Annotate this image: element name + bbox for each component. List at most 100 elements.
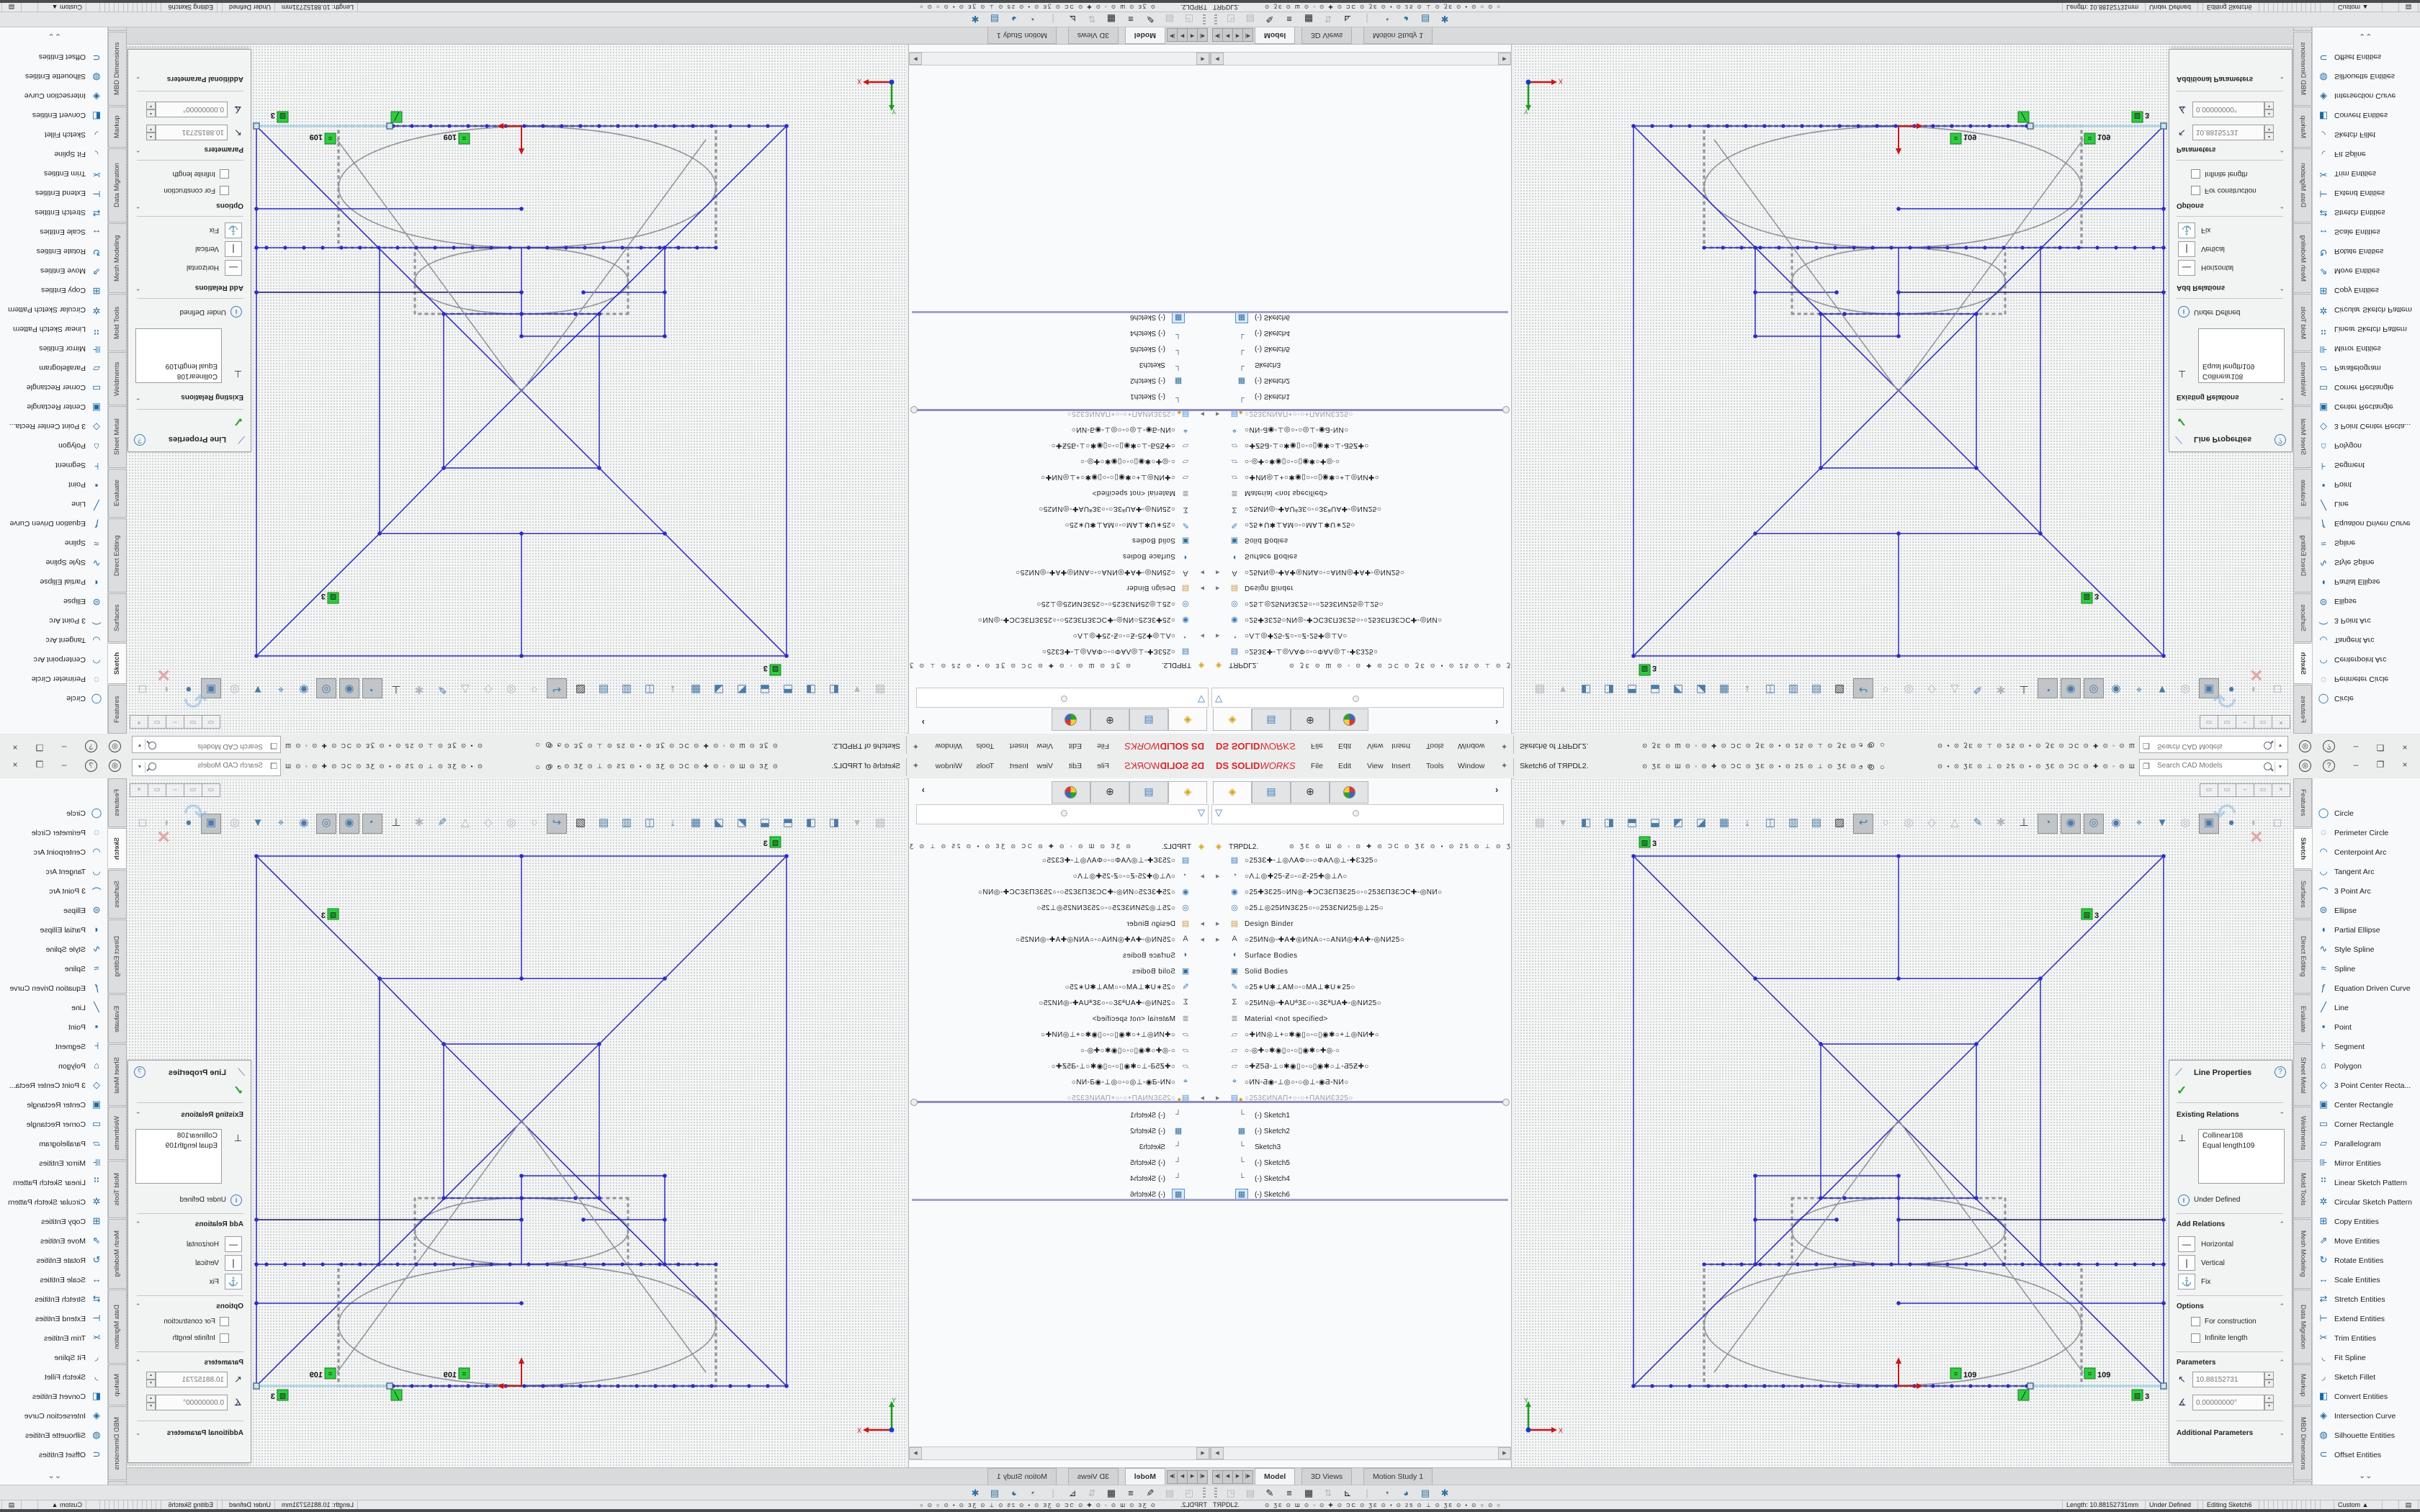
palette-item-linear-sketch-pattern[interactable]: ⠛Linear Sketch Pattern (0, 1174, 107, 1193)
panel-splitter-handle[interactable] (1061, 696, 1067, 702)
palette-item-equation-driven-curve[interactable]: ƒEquation Driven Curve (2313, 979, 2420, 999)
expand-panel-chevron[interactable]: › (922, 784, 925, 795)
palette-item-silhouette-entities[interactable]: ◍Silhouette Entities (0, 66, 107, 86)
palette-item-partial-ellipse[interactable]: ◖Partial Ellipse (0, 572, 107, 591)
view-toolbar-icon[interactable]: ◧ (825, 680, 843, 698)
ribbon-tab-sheet-metal[interactable]: Sheet Metal (108, 1044, 127, 1106)
expand-panel-chevron[interactable]: › (922, 717, 925, 728)
additional-parameters-header[interactable]: Additional Parameters (2177, 1429, 2253, 1437)
view-toolbar-icon[interactable]: ◻ (133, 814, 152, 832)
palette-item-equation-driven-curve[interactable]: ƒEquation Driven Curve (2313, 513, 2420, 533)
restore-button[interactable]: ❐ (2371, 760, 2390, 770)
palette-item-3-point-arc[interactable]: ⌒3 Point Arc (2313, 882, 2420, 901)
view-toolbar-icon[interactable]: ○ (1876, 680, 1895, 698)
palette-item-stretch-entities[interactable]: ⇄Stretch Entities (2313, 1290, 2420, 1310)
palette-item-offset-entities[interactable]: ⊂Offset Entities (0, 1446, 107, 1465)
palette-item-style-spline[interactable]: ∿Style Spline (0, 940, 107, 960)
add-relation-fix[interactable]: ⚓Fix (210, 222, 242, 238)
view-toolbar-icon[interactable]: ▨ (1830, 814, 1849, 832)
scroll-left-icon[interactable]: ◀ (1211, 53, 1224, 65)
add-relation-fix[interactable]: ⚓Fix (210, 1274, 242, 1290)
palette-item-3-point-arc[interactable]: ⌒3 Point Arc (2313, 611, 2420, 630)
doc-window-control[interactable]: × (130, 783, 148, 797)
options-header[interactable]: Options (2177, 202, 2204, 210)
pin-icon[interactable]: ✦ (913, 742, 919, 751)
ribbon-tab-sheet-metal[interactable]: Sheet Metal (2293, 1044, 2312, 1106)
menu-item-view[interactable]: View (1036, 762, 1053, 770)
palette-item-corner-rectangle[interactable]: ▭Corner Rectangle (2313, 377, 2420, 397)
view-toolbar-icon[interactable]: ◎ (502, 814, 521, 832)
search-box[interactable]: ❒ ▼ (2139, 759, 2288, 776)
tree-item-material[interactable]: ≣Material <not specified> (909, 485, 1210, 500)
menu-item-insert[interactable]: Insert (1010, 742, 1028, 750)
option-infinite-length[interactable]: Infinite length (173, 167, 230, 179)
menu-item-view[interactable]: View (1036, 742, 1053, 750)
scroll-left-icon[interactable]: ◀ (1211, 1447, 1224, 1459)
tree-item-right-plane[interactable]: ▱○✚Ƶ5Ƌ◦⊥○✱◉▯○◦○▯◉✱○⊥◦Ƌ5Ƶ✚○ (1210, 1059, 1511, 1075)
length-field[interactable] (156, 125, 228, 140)
existing-relations-header[interactable]: Existing Relations (2177, 1111, 2239, 1119)
view-toolbar-icon[interactable]: ▨ (1830, 680, 1849, 698)
motion-toolbar-icon[interactable]: ▤ (1160, 1486, 1179, 1500)
tree-item-sketch2[interactable]: ▦(-) Sketch2 (1210, 372, 1511, 388)
palette-item-ellipse[interactable]: ⊜Ellipse (0, 591, 107, 611)
length-field[interactable] (2192, 125, 2264, 140)
options-header[interactable]: Options (216, 1302, 243, 1310)
option-for-construction[interactable]: For construction (163, 1317, 229, 1328)
palette-item-corner-rectangle[interactable]: ▭Corner Rectangle (0, 1115, 107, 1135)
tree-item-sketch3[interactable]: └Sketch3 (1210, 1140, 1511, 1156)
view-toolbar-icon[interactable]: ✱ (410, 680, 429, 698)
collapse-chevron-icon[interactable]: ⌃ (135, 1359, 141, 1367)
user-account-icon[interactable]: ◎ (109, 740, 121, 752)
tree-item-right-plane[interactable]: ▱○✚Ƶ5Ƌ◦⊥○✱◉▯○◦○▯◉✱○⊥◦Ƌ5Ƶ✚○ (1210, 437, 1511, 453)
motion-toolbar-icon[interactable]: ▤ (1416, 12, 1435, 26)
existing-relations-header[interactable]: Existing Relations (2177, 393, 2239, 401)
ribbon-tab-evaluate[interactable]: Evaluate (108, 469, 127, 518)
ribbon-tab-data-migration[interactable]: Data Migration (108, 148, 127, 222)
palette-item-equation-driven-curve[interactable]: ƒEquation Driven Curve (0, 979, 107, 999)
ribbon-tab-surfaces[interactable]: Surfaces (108, 593, 127, 642)
palette-item-center-rectangle[interactable]: ▣Center Rectangle (2313, 1096, 2420, 1115)
minimize-button[interactable]: – (2347, 760, 2365, 770)
menu-item-window[interactable]: Window (1458, 762, 1484, 770)
motion-toolbar-icon[interactable]: ⇅ (1319, 12, 1337, 26)
help-icon[interactable]: ? (134, 434, 145, 446)
option-infinite-length[interactable]: Infinite length (2191, 1333, 2248, 1345)
length-field[interactable] (2192, 1372, 2264, 1387)
palette-item-perimeter-circle[interactable]: ◌Perimeter Circle (2313, 824, 2420, 843)
motion-toolbar-icon[interactable]: ✱ (1435, 1486, 1454, 1500)
view-toolbar-icon[interactable]: ◔ (362, 814, 382, 834)
tree-item-material[interactable]: ≣Material <not specified> (1210, 485, 1511, 500)
collapse-chevron-icon[interactable]: ⌃ (135, 202, 141, 210)
search-input[interactable] (2156, 761, 2259, 770)
palette-item-extend-entities[interactable]: ⊢Extend Entities (0, 183, 107, 202)
options-header[interactable]: Options (216, 202, 243, 210)
palette-item-ellipse[interactable]: ⊜Ellipse (2313, 901, 2420, 921)
tree-item-sensors[interactable]: ◉○25✚3Ɛ25○ИN◎◦✚ƆC3ƐП3Ɛ25○◦○253ƐП3ƐƆC✚◦◎N… (909, 885, 1210, 901)
view-toolbar-icon[interactable]: ⬓ (756, 814, 774, 832)
angle-field[interactable] (2192, 1395, 2264, 1410)
length-stepper[interactable]: ▲▼ (2264, 125, 2274, 140)
ribbon-tab-direct-editing[interactable]: Direct Editing (108, 518, 127, 593)
ribbon-tab-mold-tools[interactable]: Mold Tools (2293, 1161, 2312, 1218)
palette-item-circle[interactable]: ◯Circle (2313, 804, 2420, 824)
tab-displaymanager[interactable] (1330, 781, 1368, 804)
tree-item-equations[interactable]: Σ○25ИN◎◦✚AUª3Ɛ○◦○3ƐªUA✚◦◎NИ25○ (1210, 996, 1511, 1012)
palette-item-perimeter-circle[interactable]: ◌Perimeter Circle (2313, 669, 2420, 688)
palette-item-stretch-entities[interactable]: ⇄Stretch Entities (0, 1290, 107, 1310)
collapse-chevron-icon[interactable]: ⌃ (135, 1111, 141, 1119)
collapse-chevron-icon[interactable]: ⌃ (2279, 284, 2285, 292)
view-toolbar-icon[interactable]: ✎ (1968, 680, 1987, 698)
tree-item-surface-bodies[interactable]: ◖Surface Bodies (1210, 948, 1511, 964)
collapse-chevron-icon[interactable]: ⌃ (2279, 1220, 2285, 1228)
menu-item-window[interactable]: Window (936, 742, 962, 750)
view-toolbar-icon[interactable]: ◉ (2061, 678, 2081, 698)
palette-item-polygon[interactable]: ⌂Polygon (2313, 1057, 2420, 1076)
palette-item-mirror-entities[interactable]: ⊪Mirror Entities (2313, 1154, 2420, 1174)
ribbon-tab-data-migration[interactable]: Data Migration (2293, 1290, 2312, 1364)
tab-configurationmanager[interactable]: ⊕ (1291, 781, 1330, 804)
length-stepper[interactable]: ▲▼ (146, 1372, 156, 1387)
minimize-button[interactable]: – (55, 760, 73, 770)
motion-toolbar-icon[interactable]: ⇅ (1083, 12, 1101, 26)
palette-item-parallelogram[interactable]: ▱Parallelogram (2313, 358, 2420, 377)
